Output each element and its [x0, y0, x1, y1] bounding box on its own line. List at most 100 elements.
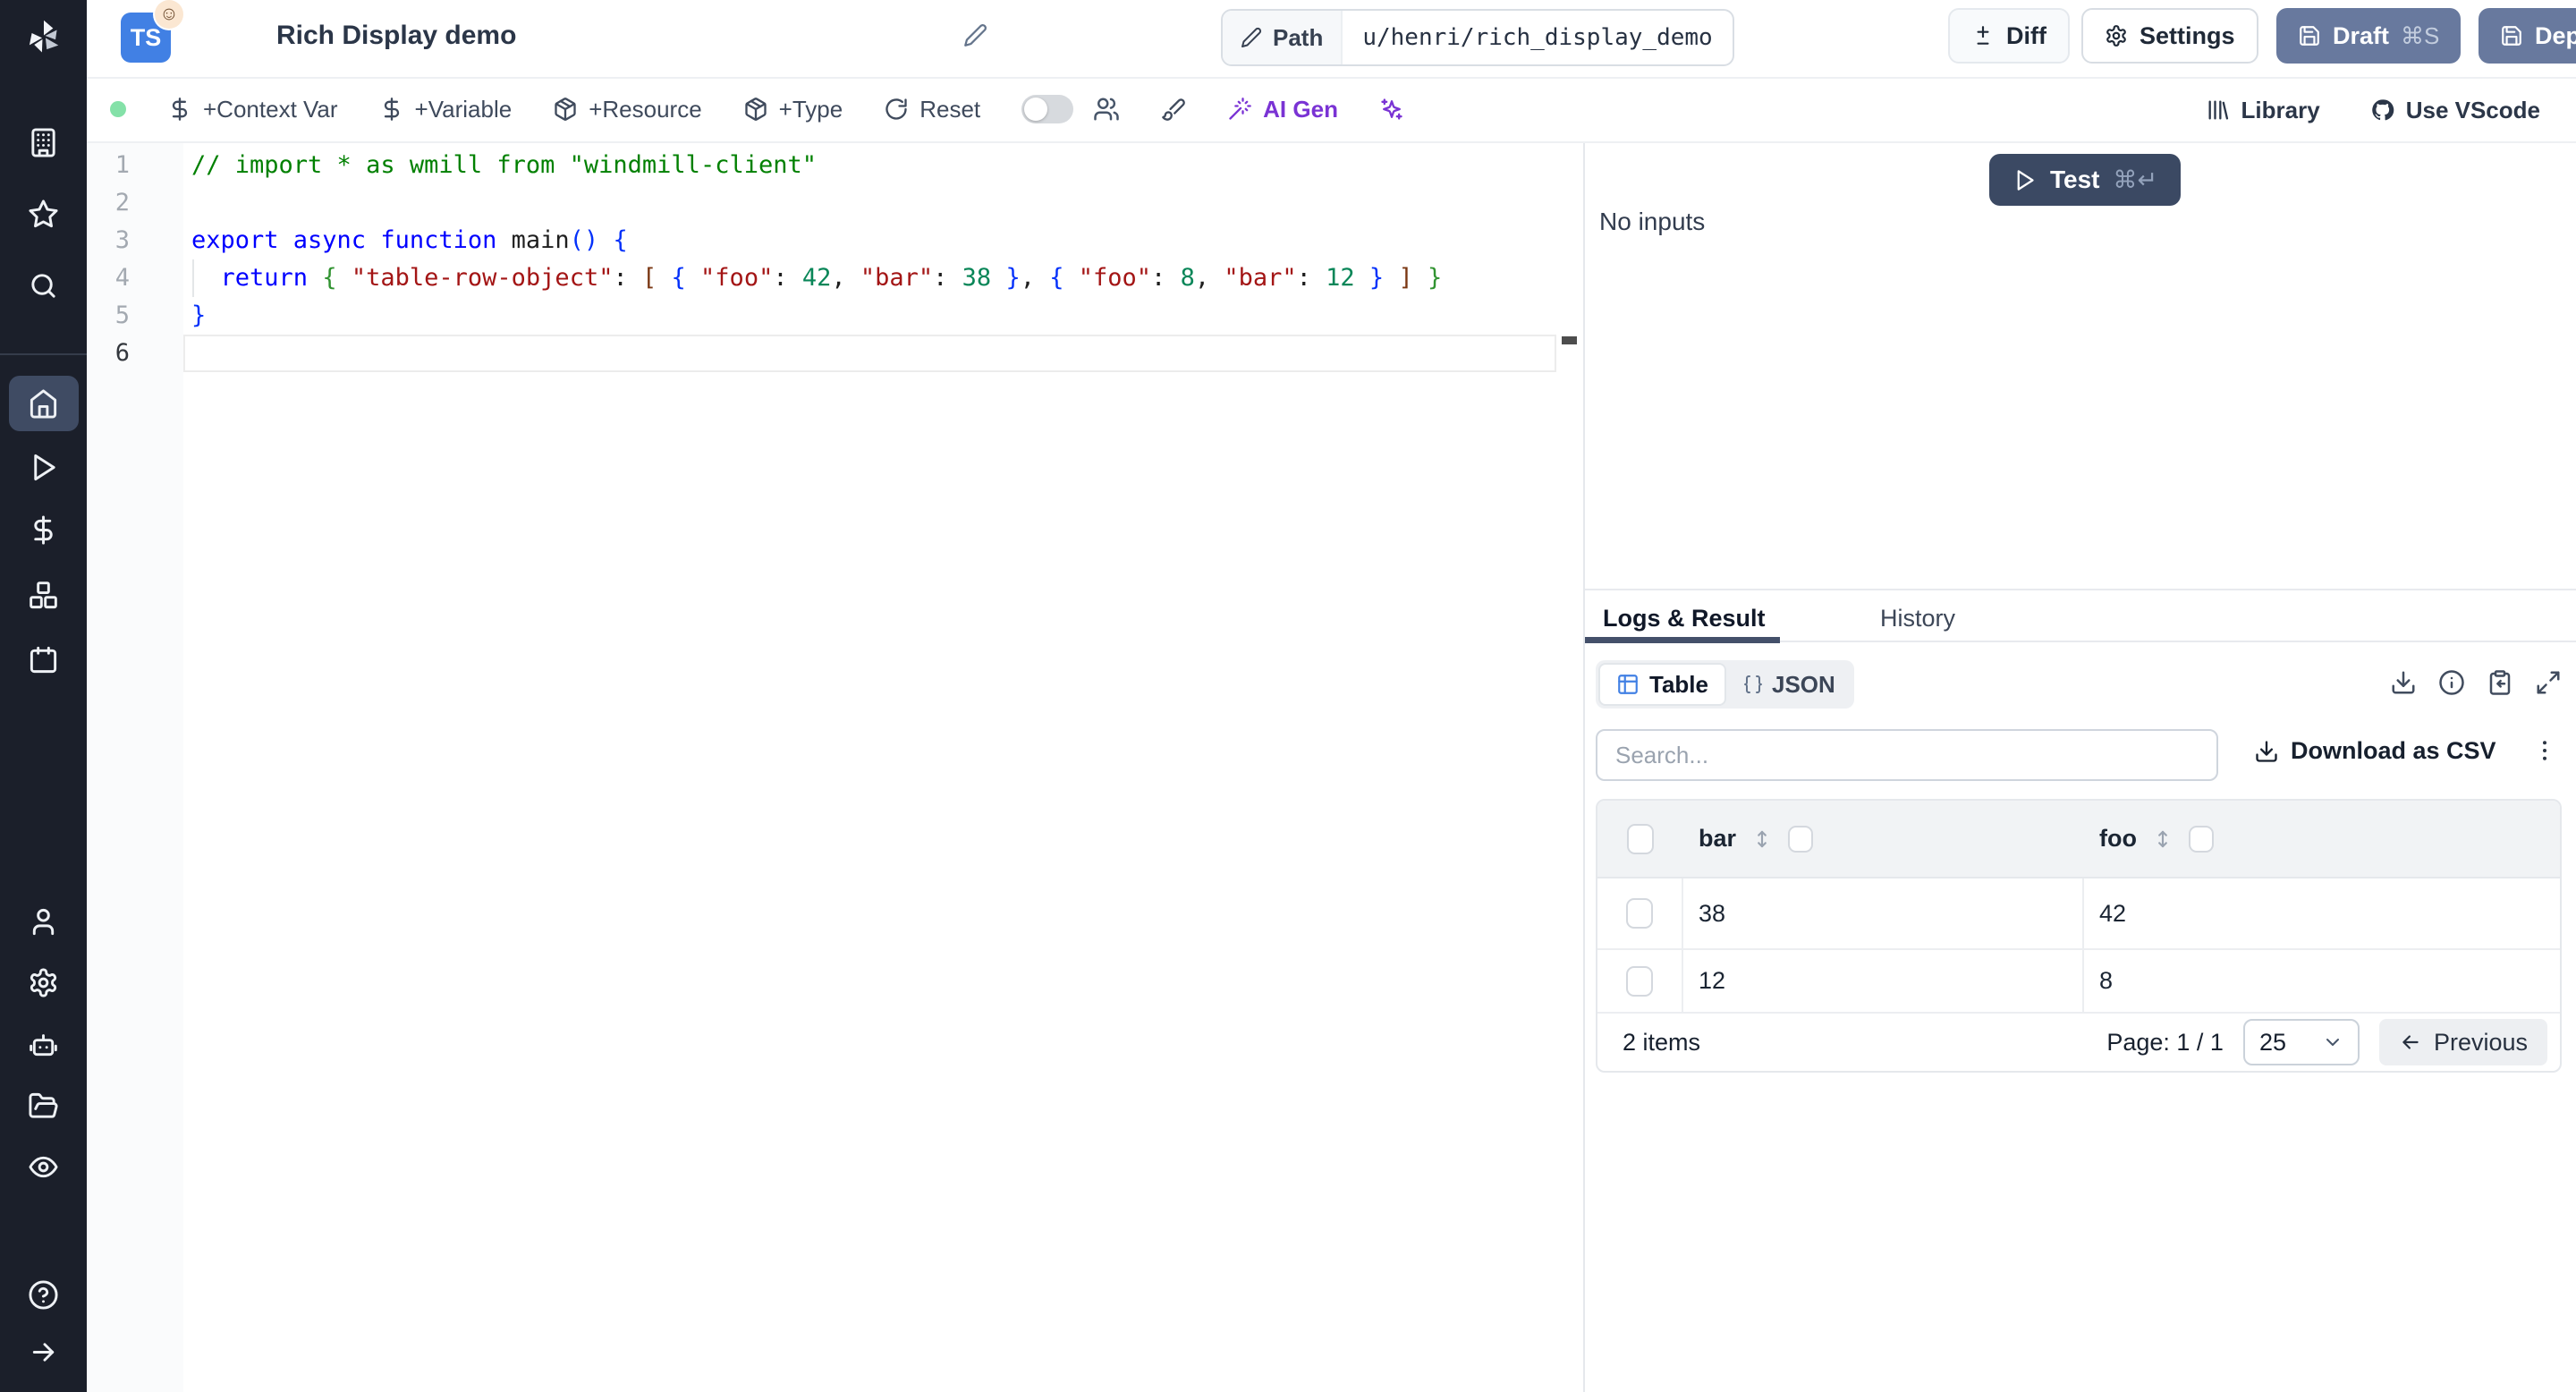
- add-context-var-label: +Context Var: [203, 95, 338, 123]
- settings-button[interactable]: Settings: [2081, 8, 2258, 64]
- path-button[interactable]: Path u/henri/rich_display_demo: [1221, 9, 1734, 66]
- tab-logs-result[interactable]: Logs & Result: [1603, 605, 1766, 632]
- cell-foo: 42: [2099, 899, 2127, 927]
- collaboration-toggle[interactable]: [1021, 95, 1074, 123]
- code-line[interactable]: export async function main() {: [183, 222, 628, 259]
- bar-column-label: bar: [1699, 825, 1737, 852]
- add-resource-button[interactable]: +Resource: [553, 96, 702, 123]
- code-lines[interactable]: // import * as wmill from "windmill-clie…: [183, 143, 1556, 1392]
- draft-label: Draft: [2333, 21, 2390, 49]
- sidebar-item-workers[interactable]: [0, 1030, 87, 1061]
- row-checkbox[interactable]: [1626, 965, 1653, 997]
- run-result-panel: Test ⌘↵ No inputs Logs & Result History …: [1583, 143, 2576, 1392]
- cell-foo: 8: [2099, 967, 2114, 994]
- save-icon: [2500, 24, 2523, 47]
- previous-page-button[interactable]: Previous: [2378, 1019, 2547, 1065]
- sidebar-item-variables[interactable]: [0, 514, 87, 546]
- header: TS ☺ Rich Display demo Path u/henri/rich…: [87, 0, 2576, 79]
- add-type-label: +Type: [778, 95, 843, 123]
- chevron-down-icon: [2322, 1031, 2343, 1053]
- table-row: 12 8: [1597, 950, 2560, 1014]
- page-size-select[interactable]: 25: [2242, 1019, 2360, 1065]
- previous-label: Previous: [2433, 1028, 2528, 1056]
- format-button[interactable]: [1161, 97, 1186, 122]
- active-tab-indicator: [1585, 637, 1780, 643]
- paintbrush-icon: [1161, 97, 1186, 122]
- reset-label: Reset: [919, 95, 981, 123]
- package-icon: [743, 97, 768, 122]
- sidebar-item-settings[interactable]: [0, 967, 87, 998]
- sidebar-item-users[interactable]: [0, 906, 87, 938]
- ai-gen-button[interactable]: AI Gen: [1227, 96, 1338, 123]
- ai-sparkles-button[interactable]: [1379, 97, 1404, 122]
- view-table-button[interactable]: Table: [1598, 663, 1726, 706]
- sidebar-expand-button[interactable]: [0, 1337, 87, 1368]
- test-button[interactable]: Test ⌘↵: [1989, 154, 2182, 206]
- result-actions: [2390, 669, 2562, 696]
- sort-icon[interactable]: [1750, 828, 1774, 851]
- sort-icon[interactable]: [2151, 828, 2174, 851]
- code-line[interactable]: // import * as wmill from "windmill-clie…: [183, 147, 817, 184]
- sidebar-item-audit-logs[interactable]: [0, 1151, 87, 1183]
- library-button[interactable]: Library: [2206, 97, 2320, 124]
- diff-label: Diff: [2006, 21, 2046, 49]
- download-csv-button[interactable]: Download as CSV: [2254, 737, 2496, 765]
- line-number: 4: [114, 264, 130, 292]
- deploy-button[interactable]: Deploy: [2479, 8, 2576, 64]
- foo-column-checkbox[interactable]: [2188, 825, 2214, 853]
- add-type-button[interactable]: +Type: [743, 96, 843, 123]
- path-label: Path: [1273, 23, 1324, 51]
- code-line[interactable]: }: [183, 297, 206, 335]
- expand-icon[interactable]: [2535, 669, 2562, 696]
- select-all-checkbox[interactable]: [1627, 823, 1654, 854]
- baby-emoji: ☺: [155, 0, 183, 29]
- github-icon: [2370, 98, 2395, 123]
- bar-column-checkbox[interactable]: [1788, 825, 1814, 853]
- diff-button[interactable]: Diff: [1948, 8, 2070, 64]
- use-vscode-button[interactable]: Use VScode: [2370, 97, 2540, 124]
- users-icon[interactable]: [1093, 96, 1120, 123]
- code-line[interactable]: return { "table-row-object": [ { "foo": …: [183, 259, 1442, 297]
- sidebar-item-workspace[interactable]: [0, 127, 87, 158]
- no-inputs-text: No inputs: [1599, 208, 1706, 235]
- sidebar-item-home[interactable]: [0, 388, 87, 420]
- info-icon[interactable]: [2438, 669, 2465, 696]
- windmill-script-editor: TS ☺ Rich Display demo Path u/henri/rich…: [0, 0, 2576, 1392]
- sidebar-item-search[interactable]: [0, 270, 87, 301]
- panel-divider[interactable]: [1585, 589, 2576, 590]
- sidebar-item-resources[interactable]: [0, 580, 87, 611]
- kebab-icon: [2531, 737, 2558, 764]
- code-line[interactable]: [183, 335, 191, 372]
- library-icon: [2206, 98, 2231, 123]
- code-line[interactable]: [183, 184, 191, 222]
- pencil-icon: [1241, 27, 1262, 48]
- tab-history[interactable]: History: [1880, 605, 1955, 632]
- download-icon[interactable]: [2390, 669, 2417, 696]
- view-table-label: Table: [1649, 670, 1708, 698]
- search-input[interactable]: [1596, 729, 2218, 781]
- select-all-cell: [1597, 823, 1683, 854]
- add-variable-button[interactable]: +Variable: [379, 96, 512, 123]
- edit-summary-pencil-icon[interactable]: [963, 23, 987, 47]
- reset-button[interactable]: Reset: [884, 96, 980, 123]
- play-icon: [2012, 168, 2037, 192]
- sidebar-item-schedules[interactable]: [0, 644, 87, 675]
- save-draft-button[interactable]: Draft ⌘S: [2276, 8, 2462, 64]
- sidebar-item-help[interactable]: [0, 1279, 87, 1311]
- library-label: Library: [2241, 96, 2320, 123]
- row-checkbox[interactable]: [1626, 898, 1653, 929]
- scrollbar-cursor-mark: [1562, 336, 1577, 344]
- sidebar-item-folders[interactable]: [0, 1091, 87, 1122]
- sidebar-item-favorites[interactable]: [0, 199, 87, 230]
- test-shortcut: ⌘↵: [2113, 166, 2158, 193]
- sidebar-item-runs[interactable]: [0, 452, 87, 483]
- view-json-button[interactable]: JSON: [1726, 663, 1852, 706]
- table-menu-button[interactable]: [2531, 737, 2558, 764]
- code-editor[interactable]: 1 2 3 4 5 6 // import * as wmill from "windmi…: [87, 143, 1583, 1392]
- ai-gen-label: AI Gen: [1263, 95, 1338, 123]
- add-context-var-button[interactable]: +Context Var: [167, 96, 338, 123]
- windmill-logo-icon[interactable]: [0, 16, 87, 57]
- view-json-label: JSON: [1771, 670, 1835, 698]
- arrow-left-icon: [2399, 1031, 2422, 1054]
- copy-icon[interactable]: [2487, 669, 2513, 696]
